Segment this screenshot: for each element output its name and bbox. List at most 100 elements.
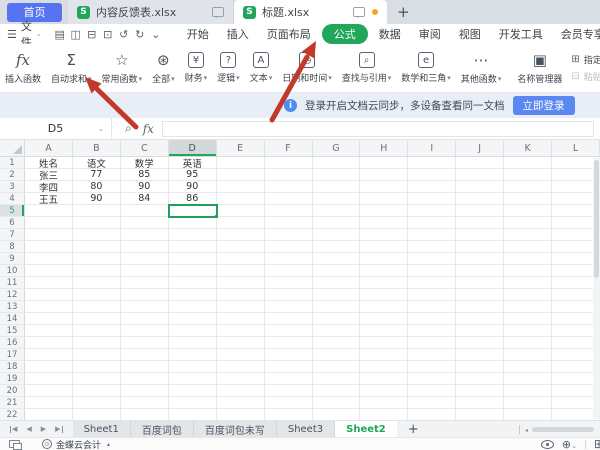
cell-G20[interactable]: [312, 385, 361, 397]
cell-F1[interactable]: [264, 157, 313, 169]
cell-A16[interactable]: [25, 337, 73, 349]
cell-I12[interactable]: [408, 289, 457, 301]
cell-H21[interactable]: [360, 397, 409, 409]
menu-tab-5[interactable]: 审阅: [410, 24, 450, 44]
first-sheet-icon[interactable]: ◀: [10, 425, 17, 433]
vertical-scrollbar[interactable]: [593, 158, 600, 419]
cell-B13[interactable]: [72, 301, 121, 313]
cell-E16[interactable]: [216, 337, 265, 349]
column-header-K[interactable]: K: [504, 140, 553, 156]
cell-G11[interactable]: [312, 277, 361, 289]
cell-J18[interactable]: [456, 361, 505, 373]
cell-H19[interactable]: [360, 373, 409, 385]
cell-D3[interactable]: 90: [168, 181, 217, 193]
cell-C13[interactable]: [120, 301, 169, 313]
cell-E17[interactable]: [216, 349, 265, 361]
select-all-corner[interactable]: [0, 140, 25, 156]
cell-H15[interactable]: [360, 325, 409, 337]
previous-sheet-icon[interactable]: ◀: [26, 425, 31, 433]
column-header-E[interactable]: E: [217, 140, 265, 156]
cell-G19[interactable]: [312, 373, 361, 385]
cell-J9[interactable]: [456, 253, 505, 265]
magnifier-icon[interactable]: ⌕: [125, 121, 132, 136]
cell-H9[interactable]: [360, 253, 409, 265]
cell-J8[interactable]: [456, 241, 505, 253]
cell-A10[interactable]: [25, 265, 73, 277]
cell-H22[interactable]: [360, 409, 409, 420]
print-icon[interactable]: ⊟: [84, 28, 100, 41]
cell-D10[interactable]: [168, 265, 217, 277]
cell-D4[interactable]: 86: [168, 193, 217, 205]
undo-icon[interactable]: ↺: [116, 28, 132, 41]
cell-F13[interactable]: [264, 301, 313, 313]
save-icon[interactable]: ▤: [52, 28, 68, 41]
cell-K20[interactable]: [504, 385, 553, 397]
cell-I8[interactable]: [408, 241, 457, 253]
row-header-1[interactable]: 1: [0, 157, 25, 169]
last-sheet-icon[interactable]: ▶: [55, 425, 63, 433]
menu-tab-8[interactable]: 会员专享: [552, 24, 600, 44]
cell-G6[interactable]: [312, 217, 361, 229]
cell-G8[interactable]: [312, 241, 361, 253]
cell-K18[interactable]: [504, 361, 553, 373]
cell-E19[interactable]: [216, 373, 265, 385]
cell-H12[interactable]: [360, 289, 409, 301]
row-header-3[interactable]: 3: [0, 181, 25, 193]
cell-E5[interactable]: [216, 205, 265, 217]
name-box[interactable]: D5 ⌄: [0, 118, 112, 139]
cell-H2[interactable]: [360, 169, 409, 181]
sheet-tab-1[interactable]: 百度词包: [130, 421, 194, 437]
cell-D20[interactable]: [168, 385, 217, 397]
kingdee-cloud-button[interactable]: ⊙ 金蝶云会计 ▴: [42, 438, 110, 450]
cell-G18[interactable]: [312, 361, 361, 373]
cell-J3[interactable]: [456, 181, 505, 193]
cell-G2[interactable]: [312, 169, 361, 181]
cell-B18[interactable]: [72, 361, 121, 373]
cell-E20[interactable]: [216, 385, 265, 397]
cell-J10[interactable]: [456, 265, 505, 277]
cell-H5[interactable]: [360, 205, 409, 217]
cell-A6[interactable]: [25, 217, 73, 229]
cell-K11[interactable]: [504, 277, 553, 289]
cell-B14[interactable]: [72, 313, 121, 325]
sheet-tab-4[interactable]: Sheet2: [335, 421, 397, 437]
column-header-H[interactable]: H: [360, 140, 409, 156]
cell-F7[interactable]: [264, 229, 313, 241]
more-commands-icon[interactable]: ⌄: [148, 28, 164, 41]
sheet-tab-3[interactable]: Sheet3: [276, 421, 336, 437]
autosum-button[interactable]: Σ 自动求和 ▾: [46, 44, 97, 92]
cell-E12[interactable]: [216, 289, 265, 301]
cell-I5[interactable]: [408, 205, 457, 217]
cell-F22[interactable]: [265, 409, 313, 420]
cell-A20[interactable]: [25, 385, 73, 397]
cell-A2[interactable]: 张三: [25, 169, 73, 181]
cell-E7[interactable]: [216, 229, 265, 241]
vertical-scrollbar-thumb[interactable]: [594, 160, 599, 278]
switch-window-icon[interactable]: [9, 440, 22, 450]
cell-D1[interactable]: 英语: [168, 157, 217, 169]
cell-G9[interactable]: [312, 253, 361, 265]
cell-K6[interactable]: [504, 217, 553, 229]
cell-C22[interactable]: [121, 409, 169, 420]
cell-F5[interactable]: [264, 205, 313, 217]
cell-A4[interactable]: 王五: [25, 193, 73, 205]
cell-I11[interactable]: [408, 277, 457, 289]
cell-A22[interactable]: [25, 409, 73, 420]
formula-input[interactable]: [161, 120, 594, 137]
cell-H7[interactable]: [360, 229, 409, 241]
menu-tab-3[interactable]: 公式: [321, 24, 368, 44]
sheet-tab-0[interactable]: Sheet1: [72, 421, 131, 437]
cell-B22[interactable]: [73, 409, 121, 420]
cell-G4[interactable]: [312, 193, 361, 205]
cell-D11[interactable]: [168, 277, 217, 289]
cell-J14[interactable]: [456, 313, 505, 325]
common-functions-button[interactable]: ☆ 常用函数 ▾: [97, 44, 148, 92]
cell-D12[interactable]: [168, 289, 217, 301]
cell-E2[interactable]: [216, 169, 265, 181]
cell-B5[interactable]: [72, 205, 121, 217]
all-functions-button[interactable]: ⊛ 全部 ▾: [147, 44, 180, 92]
cell-B7[interactable]: [72, 229, 121, 241]
cell-A3[interactable]: 李四: [25, 181, 73, 193]
cell-H13[interactable]: [360, 301, 409, 313]
add-sheet-button[interactable]: +: [397, 421, 430, 437]
